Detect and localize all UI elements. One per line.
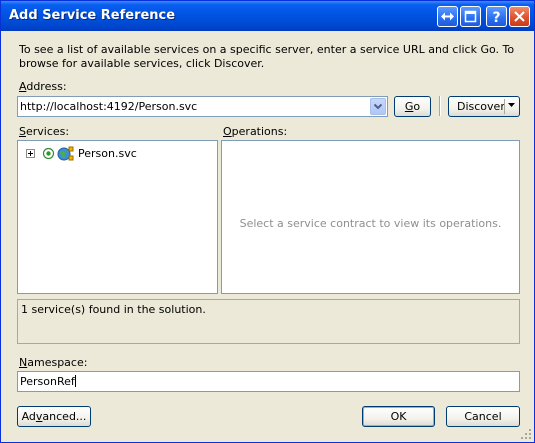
address-label: Address: [19,80,67,93]
cancel-button[interactable]: Cancel [446,406,520,427]
help-button[interactable]: ? [486,6,507,27]
dropdown-arrow-icon[interactable] [508,103,516,109]
namespace-field[interactable]: PersonRef [17,371,520,392]
title-bar[interactable]: Add Service Reference ? [1,1,534,31]
radio-circle-icon [42,147,55,160]
maximize-icon [464,10,477,23]
svg-text:?: ? [492,10,500,26]
toolbar-separator [439,96,441,116]
tree-item-person-svc[interactable]: Person.svc [26,146,146,162]
restore-arrows-icon [441,12,454,21]
window-title: Add Service Reference [9,8,176,23]
namespace-label: Namespace: [19,356,88,369]
go-button[interactable]: Go [394,96,431,117]
status-text: 1 service(s) found in the solution. [21,303,206,316]
address-input[interactable]: http://localhost:4192/Person.svc [20,100,197,113]
close-icon [514,11,525,22]
discover-button-label: Discover [457,100,505,113]
restore-arrows-button[interactable] [437,6,458,27]
split-divider [504,99,505,114]
text-caret [74,375,76,387]
address-dropdown-button[interactable] [370,98,386,115]
resize-grip-icon[interactable] [520,428,532,440]
help-icon: ? [492,10,500,26]
operations-label: Operations: [223,125,288,138]
web-service-globe-icon [57,146,74,161]
advanced-button[interactable]: Advanced... [17,406,91,427]
operations-list[interactable]: Select a service contract to view its op… [221,140,520,294]
discover-split-button[interactable]: Discover [448,96,520,117]
namespace-input[interactable]: PersonRef [20,375,76,388]
services-tree[interactable]: Person.svc [17,140,218,294]
add-service-reference-dialog: Add Service Reference ? To see a list of… [0,0,535,443]
chevron-down-icon [373,103,383,110]
status-area: 1 service(s) found in the solution. [17,299,520,344]
address-combobox[interactable]: http://localhost:4192/Person.svc [17,96,388,117]
close-button[interactable] [509,6,530,27]
operations-placeholder: Select a service contract to view its op… [239,217,502,230]
ok-button[interactable]: OK [362,406,435,427]
maximize-button[interactable] [460,6,481,27]
expand-icon[interactable] [26,149,35,158]
tree-item-label: Person.svc [78,147,137,160]
description-text: To see a list of available services on a… [19,43,515,70]
services-label: Services: [19,125,70,138]
